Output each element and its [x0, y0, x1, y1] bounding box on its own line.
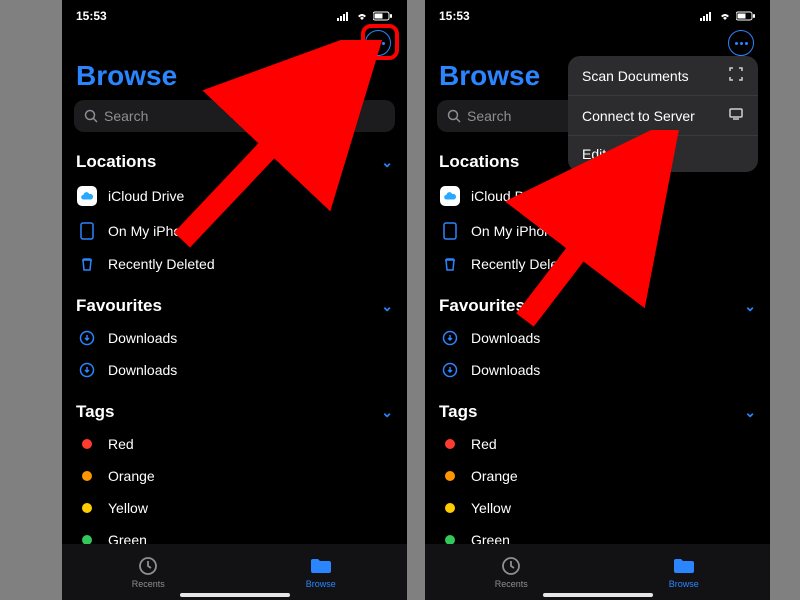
clock-icon [137, 555, 159, 577]
folder-icon [672, 555, 696, 577]
tag-dot-icon [445, 439, 455, 449]
status-bar: 15:53 [62, 0, 407, 26]
wifi-icon [355, 11, 369, 21]
phone-icon [76, 222, 98, 240]
tags-header[interactable]: Tags ⌄ [62, 396, 407, 428]
tab-browse[interactable]: Browse [598, 544, 771, 600]
icloud-icon [77, 186, 97, 206]
chevron-down-icon: ⌄ [381, 154, 393, 171]
download-icon [439, 362, 461, 378]
phone-screen-right: 15:53 Browse Search Locations ⌄ iCloud D… [425, 0, 770, 600]
download-icon [76, 330, 98, 346]
icloud-icon [440, 186, 460, 206]
tag-dot-icon [82, 471, 92, 481]
home-indicator[interactable] [543, 593, 653, 597]
annotation-arrow [162, 40, 382, 260]
signal-icon [700, 11, 714, 21]
trash-icon [439, 256, 461, 272]
tab-recents[interactable]: Recents [62, 544, 235, 600]
clock: 15:53 [76, 9, 107, 23]
download-icon [439, 330, 461, 346]
home-indicator[interactable] [180, 593, 290, 597]
menu-scan-documents[interactable]: Scan Documents [568, 56, 758, 96]
tab-browse[interactable]: Browse [235, 544, 408, 600]
tag-dot-icon [82, 439, 92, 449]
tags-header[interactable]: Tags ⌄ [425, 396, 770, 428]
battery-icon [373, 11, 393, 21]
chevron-down-icon: ⌄ [381, 298, 393, 315]
favourite-downloads-1[interactable]: Downloads [62, 322, 407, 354]
tag-orange[interactable]: Orange [62, 460, 407, 492]
tab-bar: Recents Browse [425, 544, 770, 600]
phone-icon [439, 222, 461, 240]
search-icon [84, 109, 98, 123]
scan-icon [728, 66, 744, 85]
annotation-arrow [505, 130, 705, 330]
ellipsis-icon [735, 42, 748, 45]
status-icons [337, 11, 393, 21]
battery-icon [736, 11, 756, 21]
favourite-downloads-2[interactable]: Downloads [425, 354, 770, 386]
tag-red[interactable]: Red [425, 428, 770, 460]
folder-icon [309, 555, 333, 577]
clock: 15:53 [439, 9, 470, 23]
favourite-downloads-2[interactable]: Downloads [62, 354, 407, 386]
status-bar: 15:53 [425, 0, 770, 26]
tab-recents[interactable]: Recents [425, 544, 598, 600]
signal-icon [337, 11, 351, 21]
chevron-down-icon: ⌄ [744, 404, 756, 421]
tag-yellow[interactable]: Yellow [62, 492, 407, 524]
server-icon [728, 106, 744, 125]
tag-dot-icon [82, 503, 92, 513]
status-icons [700, 11, 756, 21]
chevron-down-icon: ⌄ [744, 298, 756, 315]
trash-icon [76, 256, 98, 272]
phone-screen-left: 15:53 Browse Search Locations ⌄ iCloud D… [62, 0, 407, 600]
top-bar [425, 26, 770, 56]
search-placeholder: Search [467, 108, 511, 124]
tab-bar: Recents Browse [62, 544, 407, 600]
more-button[interactable] [728, 30, 754, 56]
chevron-down-icon: ⌄ [381, 404, 393, 421]
download-icon [76, 362, 98, 378]
tag-dot-icon [445, 503, 455, 513]
tag-orange[interactable]: Orange [425, 460, 770, 492]
search-placeholder: Search [104, 108, 148, 124]
tag-red[interactable]: Red [62, 428, 407, 460]
favourites-header[interactable]: Favourites ⌄ [62, 290, 407, 322]
clock-icon [500, 555, 522, 577]
search-icon [447, 109, 461, 123]
tag-dot-icon [445, 471, 455, 481]
tag-yellow[interactable]: Yellow [425, 492, 770, 524]
wifi-icon [718, 11, 732, 21]
